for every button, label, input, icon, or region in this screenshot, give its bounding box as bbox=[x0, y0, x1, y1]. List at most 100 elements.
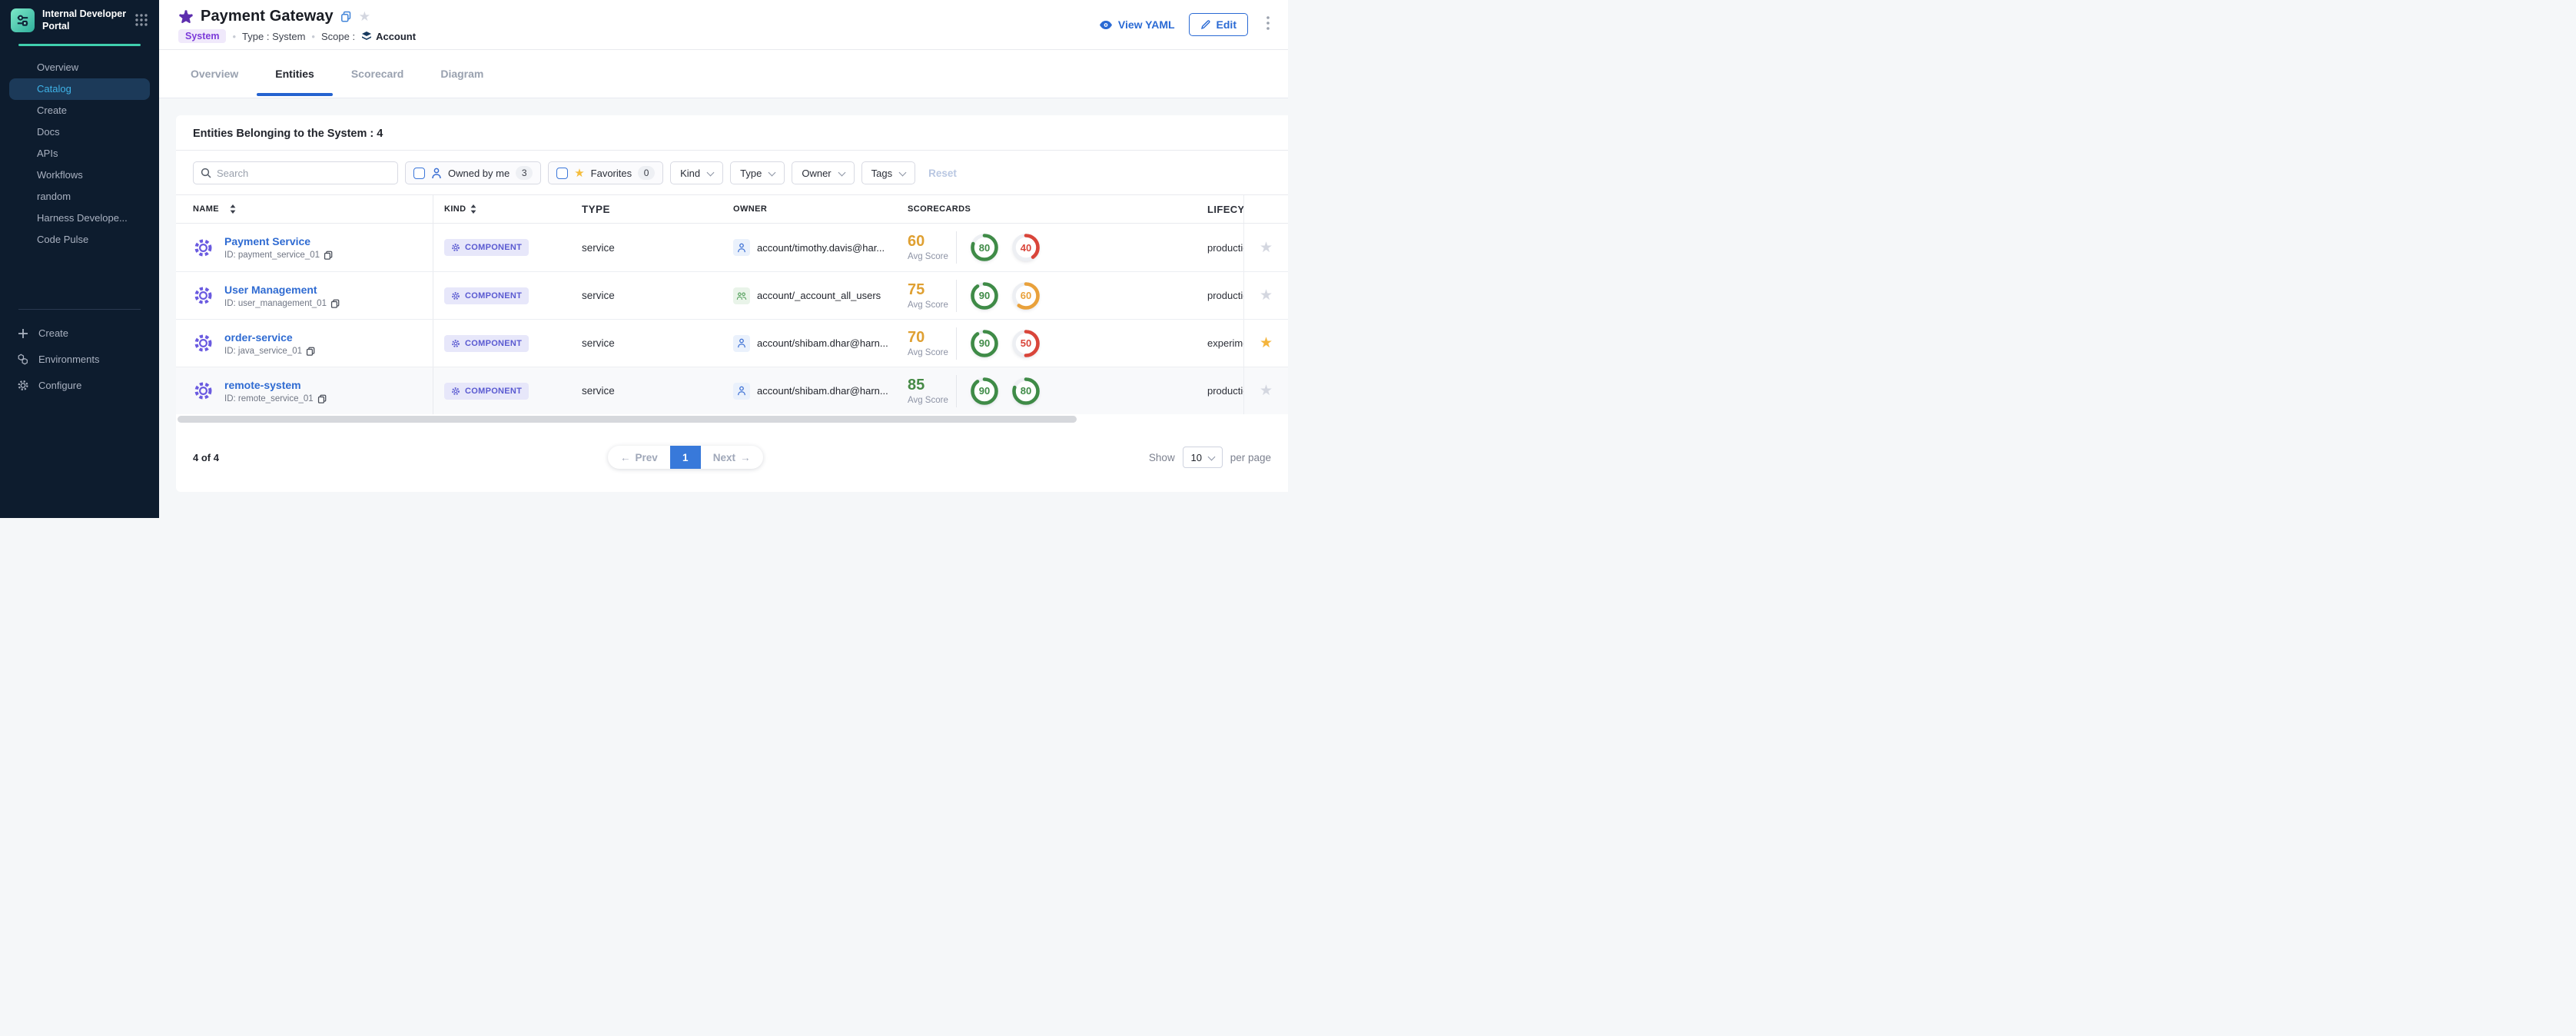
entity-link[interactable]: remote-system bbox=[224, 379, 327, 391]
favorite-star-icon[interactable]: ★ bbox=[1260, 241, 1273, 255]
table-row[interactable]: Payment Service ID: payment_service_01 C… bbox=[176, 224, 1288, 271]
scorecards-cell: 85Avg Score 90 80 bbox=[908, 375, 1207, 407]
avg-score-label: Avg Score bbox=[908, 301, 956, 310]
brand-header: Internal DeveloperPortal bbox=[0, 0, 159, 39]
favorite-star-icon[interactable]: ★ bbox=[359, 10, 370, 23]
module-grid-icon[interactable] bbox=[134, 13, 148, 27]
copy-icon[interactable] bbox=[324, 251, 333, 260]
sidebar-item-create[interactable]: Create bbox=[9, 100, 150, 121]
owner-name[interactable]: account/_account_all_users bbox=[757, 290, 881, 301]
sidebar-item-docs[interactable]: Docs bbox=[9, 121, 150, 143]
edit-button[interactable]: Edit bbox=[1189, 13, 1248, 36]
owner-user-icon bbox=[733, 335, 750, 352]
favorite-star-icon[interactable]: ★ bbox=[1260, 288, 1273, 303]
sidebar-item-catalog[interactable]: Catalog bbox=[9, 78, 150, 100]
page-number-button[interactable]: 1 bbox=[670, 446, 701, 469]
sidebar-item-workflows[interactable]: Workflows bbox=[9, 164, 150, 186]
owner-name[interactable]: account/shibam.dhar@harn... bbox=[757, 385, 888, 397]
star-icon: ★ bbox=[574, 168, 584, 179]
entity-link[interactable]: order-service bbox=[224, 331, 315, 344]
column-header-kind[interactable]: KIND bbox=[433, 204, 582, 214]
sidebar-item-create-entity[interactable]: Create bbox=[9, 320, 150, 347]
copy-icon[interactable] bbox=[340, 11, 352, 22]
favorite-star-icon[interactable]: ★ bbox=[1260, 384, 1273, 398]
search-icon bbox=[201, 168, 211, 178]
score-gauge: 60 bbox=[1011, 281, 1041, 311]
hexagons-icon bbox=[17, 353, 29, 366]
copy-icon[interactable] bbox=[317, 394, 327, 403]
pencil-icon bbox=[1200, 19, 1211, 30]
column-header-name[interactable]: NAME bbox=[176, 195, 433, 223]
prev-page-button[interactable]: ←Prev bbox=[608, 446, 670, 469]
table-row[interactable]: remote-system ID: remote_service_01 COMP… bbox=[176, 367, 1288, 414]
sort-icon[interactable] bbox=[230, 204, 236, 214]
sidebar-item-code-pulse[interactable]: Code Pulse bbox=[9, 229, 150, 251]
component-gear-icon bbox=[193, 285, 214, 306]
table-row[interactable]: User Management ID: user_management_01 C… bbox=[176, 271, 1288, 319]
system-entity-icon bbox=[178, 9, 194, 25]
entity-link[interactable]: User Management bbox=[224, 284, 340, 296]
page-header: Payment Gateway ★ System • Type : System… bbox=[159, 0, 1288, 50]
favorites-filter[interactable]: ★ Favorites 0 bbox=[548, 161, 663, 184]
page-size-select[interactable]: 10 bbox=[1183, 447, 1223, 468]
breadcrumb-separator: • bbox=[311, 31, 315, 42]
entities-card: Entities Belonging to the System : 4 Own… bbox=[176, 115, 1288, 492]
copy-icon[interactable] bbox=[306, 347, 315, 356]
owner-name[interactable]: account/timothy.davis@har... bbox=[757, 242, 885, 254]
type-dropdown[interactable]: Type bbox=[730, 161, 785, 184]
tab-overview[interactable]: Overview bbox=[172, 50, 257, 98]
owner-dropdown[interactable]: Owner bbox=[792, 161, 854, 184]
owner-dropdown-label: Owner bbox=[802, 168, 831, 179]
tab-entities[interactable]: Entities bbox=[257, 50, 333, 98]
owned-by-me-checkbox[interactable] bbox=[413, 168, 425, 179]
gear-icon bbox=[451, 387, 460, 396]
sidebar-item-environments[interactable]: Environments bbox=[9, 347, 150, 373]
entity-id: ID: payment_service_01 bbox=[224, 251, 333, 260]
scorecards-cell: 60Avg Score 80 40 bbox=[908, 231, 1207, 264]
page-size-control: Show 10 per page bbox=[1149, 446, 1271, 469]
kind-dropdown[interactable]: Kind bbox=[670, 161, 723, 184]
column-header-scorecards: SCORECARDS bbox=[908, 204, 1207, 214]
lifecycle-value: production bbox=[1207, 242, 1243, 254]
next-page-button[interactable]: Next→ bbox=[701, 446, 763, 469]
lifecycle-value: production bbox=[1207, 290, 1243, 301]
reset-filters-button[interactable]: Reset bbox=[928, 168, 957, 179]
more-options-kebab-icon[interactable] bbox=[1262, 15, 1274, 35]
scorecards-cell: 75Avg Score 90 60 bbox=[908, 280, 1207, 312]
tags-dropdown[interactable]: Tags bbox=[861, 161, 915, 184]
entity-type: service bbox=[582, 337, 730, 349]
score-gauge: 80 bbox=[969, 232, 1000, 263]
favorite-star-icon[interactable]: ★ bbox=[1260, 336, 1273, 350]
owner-name[interactable]: account/shibam.dhar@harn... bbox=[757, 337, 888, 349]
scrollbar-thumb[interactable] bbox=[178, 416, 1077, 423]
search-input[interactable] bbox=[217, 168, 390, 179]
table-row[interactable]: order-service ID: java_service_01 COMPON… bbox=[176, 319, 1288, 367]
tab-diagram[interactable]: Diagram bbox=[422, 50, 502, 98]
entity-type: service bbox=[582, 242, 730, 254]
sidebar-item-apis[interactable]: APIs bbox=[9, 143, 150, 164]
tab-scorecard[interactable]: Scorecard bbox=[333, 50, 422, 98]
column-header-lifecycle: LIFECYCLE bbox=[1207, 204, 1243, 215]
avg-score-value: 75 bbox=[908, 282, 956, 298]
filter-bar: Owned by me 3 ★ Favorites 0 Kind Type Ow… bbox=[176, 151, 1288, 194]
type-dropdown-label: Type bbox=[740, 168, 762, 179]
sidebar-item-random[interactable]: random bbox=[9, 186, 150, 208]
favorites-checkbox[interactable] bbox=[556, 168, 568, 179]
sidebar-item-harness-developer[interactable]: Harness Develope... bbox=[9, 208, 150, 229]
view-yaml-button[interactable]: View YAML bbox=[1099, 18, 1175, 31]
per-page-label: per page bbox=[1230, 452, 1271, 463]
column-header-favorite bbox=[1243, 195, 1288, 223]
card-footer: 4 of 4 ←Prev 1 Next→ Show 10 per page bbox=[176, 446, 1288, 469]
owned-by-me-count: 3 bbox=[516, 166, 533, 180]
owned-by-me-filter[interactable]: Owned by me 3 bbox=[405, 161, 541, 184]
sort-icon[interactable] bbox=[470, 204, 476, 214]
sidebar-item-overview[interactable]: Overview bbox=[9, 57, 150, 78]
sidebar-item-configure[interactable]: Configure bbox=[9, 373, 150, 399]
copy-icon[interactable] bbox=[330, 299, 340, 308]
sidebar-divider bbox=[18, 309, 141, 310]
main-area: Payment Gateway ★ System • Type : System… bbox=[159, 0, 1288, 518]
horizontal-scrollbar[interactable] bbox=[178, 416, 1286, 423]
entity-link[interactable]: Payment Service bbox=[224, 235, 333, 247]
scorecards-cell: 70Avg Score 90 50 bbox=[908, 327, 1207, 360]
avg-score-label: Avg Score bbox=[908, 252, 956, 261]
